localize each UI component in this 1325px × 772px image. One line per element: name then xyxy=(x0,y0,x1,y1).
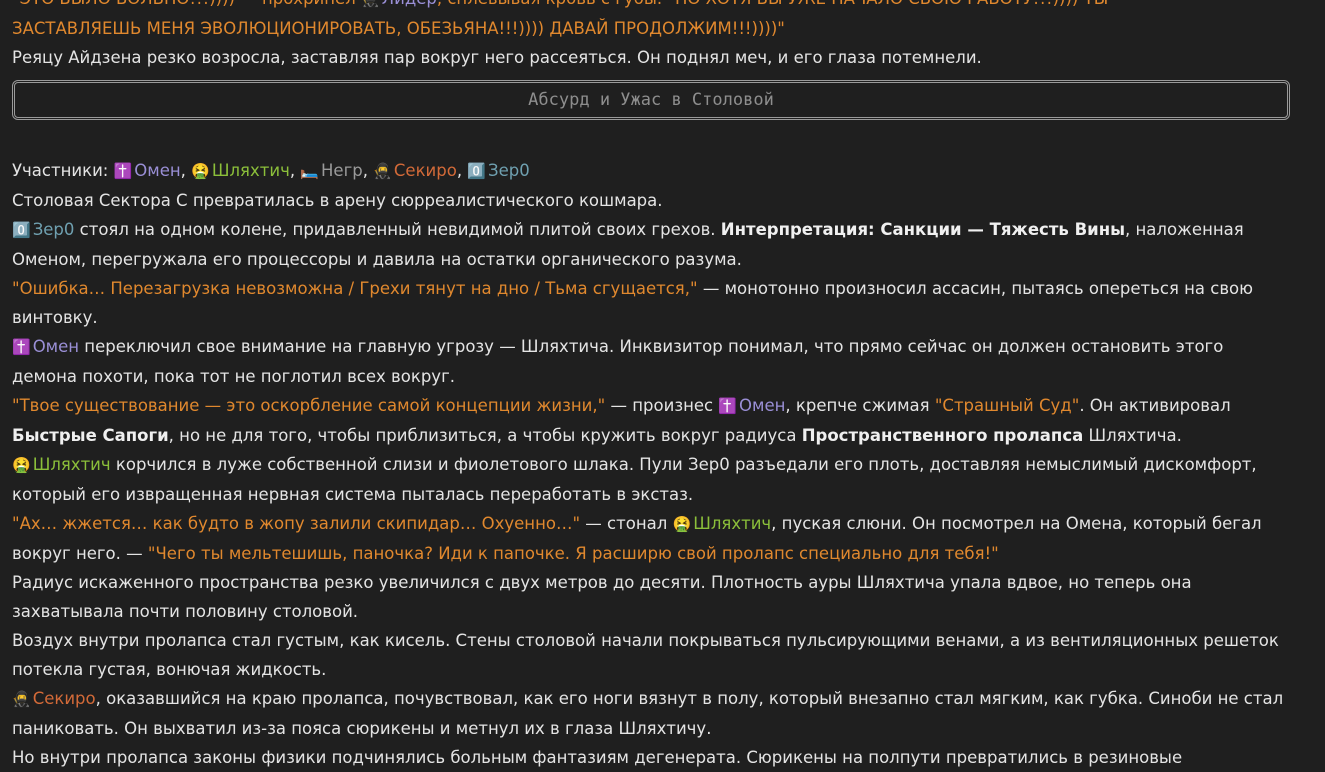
story-line: Столовая Сектора С превратилась в арену … xyxy=(12,191,663,210)
story-line: 🤮 Шляхтич корчился в луже собственной сли… xyxy=(12,450,1302,480)
leader-icon: 🥷 xyxy=(361,0,380,8)
story-line: "Твое существование — это оскорбление са… xyxy=(12,391,1302,421)
story-line: винтовку. xyxy=(12,308,98,327)
participants-label: Участники: xyxy=(12,161,109,180)
section-title: Абсурд и Ужас в Столовой xyxy=(528,89,774,110)
quote: "Чего ты мельтешишь, паночка? Иди к папо… xyxy=(147,544,999,563)
story-line: который его извращенная нервная система … xyxy=(12,485,694,504)
ninja-icon: 🥷 xyxy=(373,162,392,180)
character-name: Лидер xyxy=(382,0,437,8)
text: стоял на одном колене, придавленный неви… xyxy=(74,220,721,239)
cross-icon: ✝️ xyxy=(113,162,133,180)
participant-name: Негр xyxy=(321,161,363,180)
participant-name: Омен xyxy=(134,161,181,180)
participant-name: Шляхтич xyxy=(211,161,290,180)
nauseated-face-icon: 🤮 xyxy=(191,162,210,180)
text: Шляхтича. xyxy=(1083,426,1182,445)
cross-icon: ✝️ xyxy=(12,338,31,356)
participant-name: Зер0 xyxy=(488,161,530,180)
text: "ЭТО БЫЛО БОЛЬНО!!!)))) — прохрипел xyxy=(12,0,356,8)
ninja-icon: 🥷 xyxy=(12,690,31,708)
story-line: "ЭТО БЫЛО БОЛЬНО!!!)))) — прохрипел 🥷Лид… xyxy=(12,0,1302,14)
story-line: Воздух внутри пролапса стал густым, как … xyxy=(12,631,1279,650)
character-name: Зер0 xyxy=(32,220,75,239)
text: , но не для того, чтобы приблизиться, а … xyxy=(168,426,802,445)
character-name: Омен xyxy=(32,337,80,356)
chat-message: "ЭТО БЫЛО БОЛЬНО!!!)))) — прохрипел 🥷Лид… xyxy=(12,0,1302,772)
keycap-zero-icon: 0️⃣ xyxy=(12,221,31,239)
participants-line: Участники: ✝️ Омен, 🤮 Шляхтич, 🛏️ Негр, 🥷 Се… xyxy=(12,161,530,180)
text: — стонал xyxy=(580,514,673,533)
story-line: Но внутри пролапса законы физики подчиня… xyxy=(12,748,1183,767)
cross-icon: ✝️ xyxy=(718,397,738,415)
bold-text: Пространственного пролапса xyxy=(801,426,1084,445)
character-name: Омен xyxy=(739,396,786,415)
bold-text: Интерпретация: Санкции — Тяжесть Вины xyxy=(720,220,1126,239)
story-line: вокруг него. — "Чего ты мельтешишь, пано… xyxy=(12,539,1302,568)
story-line: демона похоти, пока тот не поглотил всех… xyxy=(12,367,455,386)
text: , крепче сжимая xyxy=(785,396,935,415)
keycap-zero-icon: 0️⃣ xyxy=(467,162,487,180)
quote: "Страшный Суд" xyxy=(934,396,1080,415)
text: корчился в луже собственной слизи и фиол… xyxy=(110,455,1257,474)
bed-icon: 🛏️ xyxy=(300,162,320,180)
text: , пуская слюни. Он посмотрел на Омена, к… xyxy=(771,514,1262,533)
text: , оказавшийся на краю пролапса, почувств… xyxy=(95,689,1284,708)
character-name: Секиро xyxy=(32,689,96,708)
story-line: "Ошибка… Перезагрузка невозможна / Грехи… xyxy=(12,274,1302,303)
bold-text: Быстрые Сапоги xyxy=(12,426,169,445)
story-line: "Ах… жжется… как будто в жопу залили ски… xyxy=(12,509,1302,539)
quote: "Ошибка… Перезагрузка невозможна / Грехи… xyxy=(12,279,698,298)
text: вокруг него. — xyxy=(12,544,148,563)
text: переключил свое внимание на главную угро… xyxy=(79,337,1224,356)
text: . Он активировал xyxy=(1079,396,1231,415)
quote: "Твое существование — это оскорбление са… xyxy=(12,396,606,415)
nauseated-face-icon: 🤮 xyxy=(672,515,692,533)
story-line: Радиус искаженного пространства резко ув… xyxy=(12,573,1192,592)
story-line: Быстрые Сапоги, но не для того, чтобы пр… xyxy=(12,421,1302,450)
text: , наложенная xyxy=(1125,220,1244,239)
story-line: 0️⃣ Зер0 стоял на одном колене, придавлен… xyxy=(12,215,1302,245)
participant-name: Секиро xyxy=(393,161,457,180)
text: , сплевывая кровь с губы. "НО ХОТЯ БЫ УЖ… xyxy=(437,0,1108,8)
quote: "Ах… жжется… как будто в жопу залили ски… xyxy=(12,514,581,533)
story-line: захватывала почти половину столовой. xyxy=(12,602,359,621)
story-line: потекла густая, вонючая жидкость. xyxy=(12,660,327,679)
section-title-box: Абсурд и Ужас в Столовой xyxy=(12,80,1290,120)
story-line: Оменом, перегружала его процессоры и дав… xyxy=(12,250,742,269)
character-name: Шляхтич xyxy=(693,514,772,533)
nauseated-face-icon: 🤮 xyxy=(12,456,31,474)
story-line: 🥷 Секиро, оказавшийся на краю пролапса, п… xyxy=(12,684,1302,714)
text: — монотонно произносил ассасин, пытаясь … xyxy=(697,279,1254,298)
text: — произнес xyxy=(605,396,719,415)
story-line: ЗАСТАВЛЯЕШЬ МЕНЯ ЭВОЛЮЦИОНИРОВАТЬ, ОБЕЗЬ… xyxy=(12,19,785,38)
story-line: ✝️ Омен переключил свое внимание на главн… xyxy=(12,332,1302,362)
character-name: Шляхтич xyxy=(32,455,111,474)
story-line: Реяцу Айдзена резко возросла, заставляя … xyxy=(12,48,982,67)
